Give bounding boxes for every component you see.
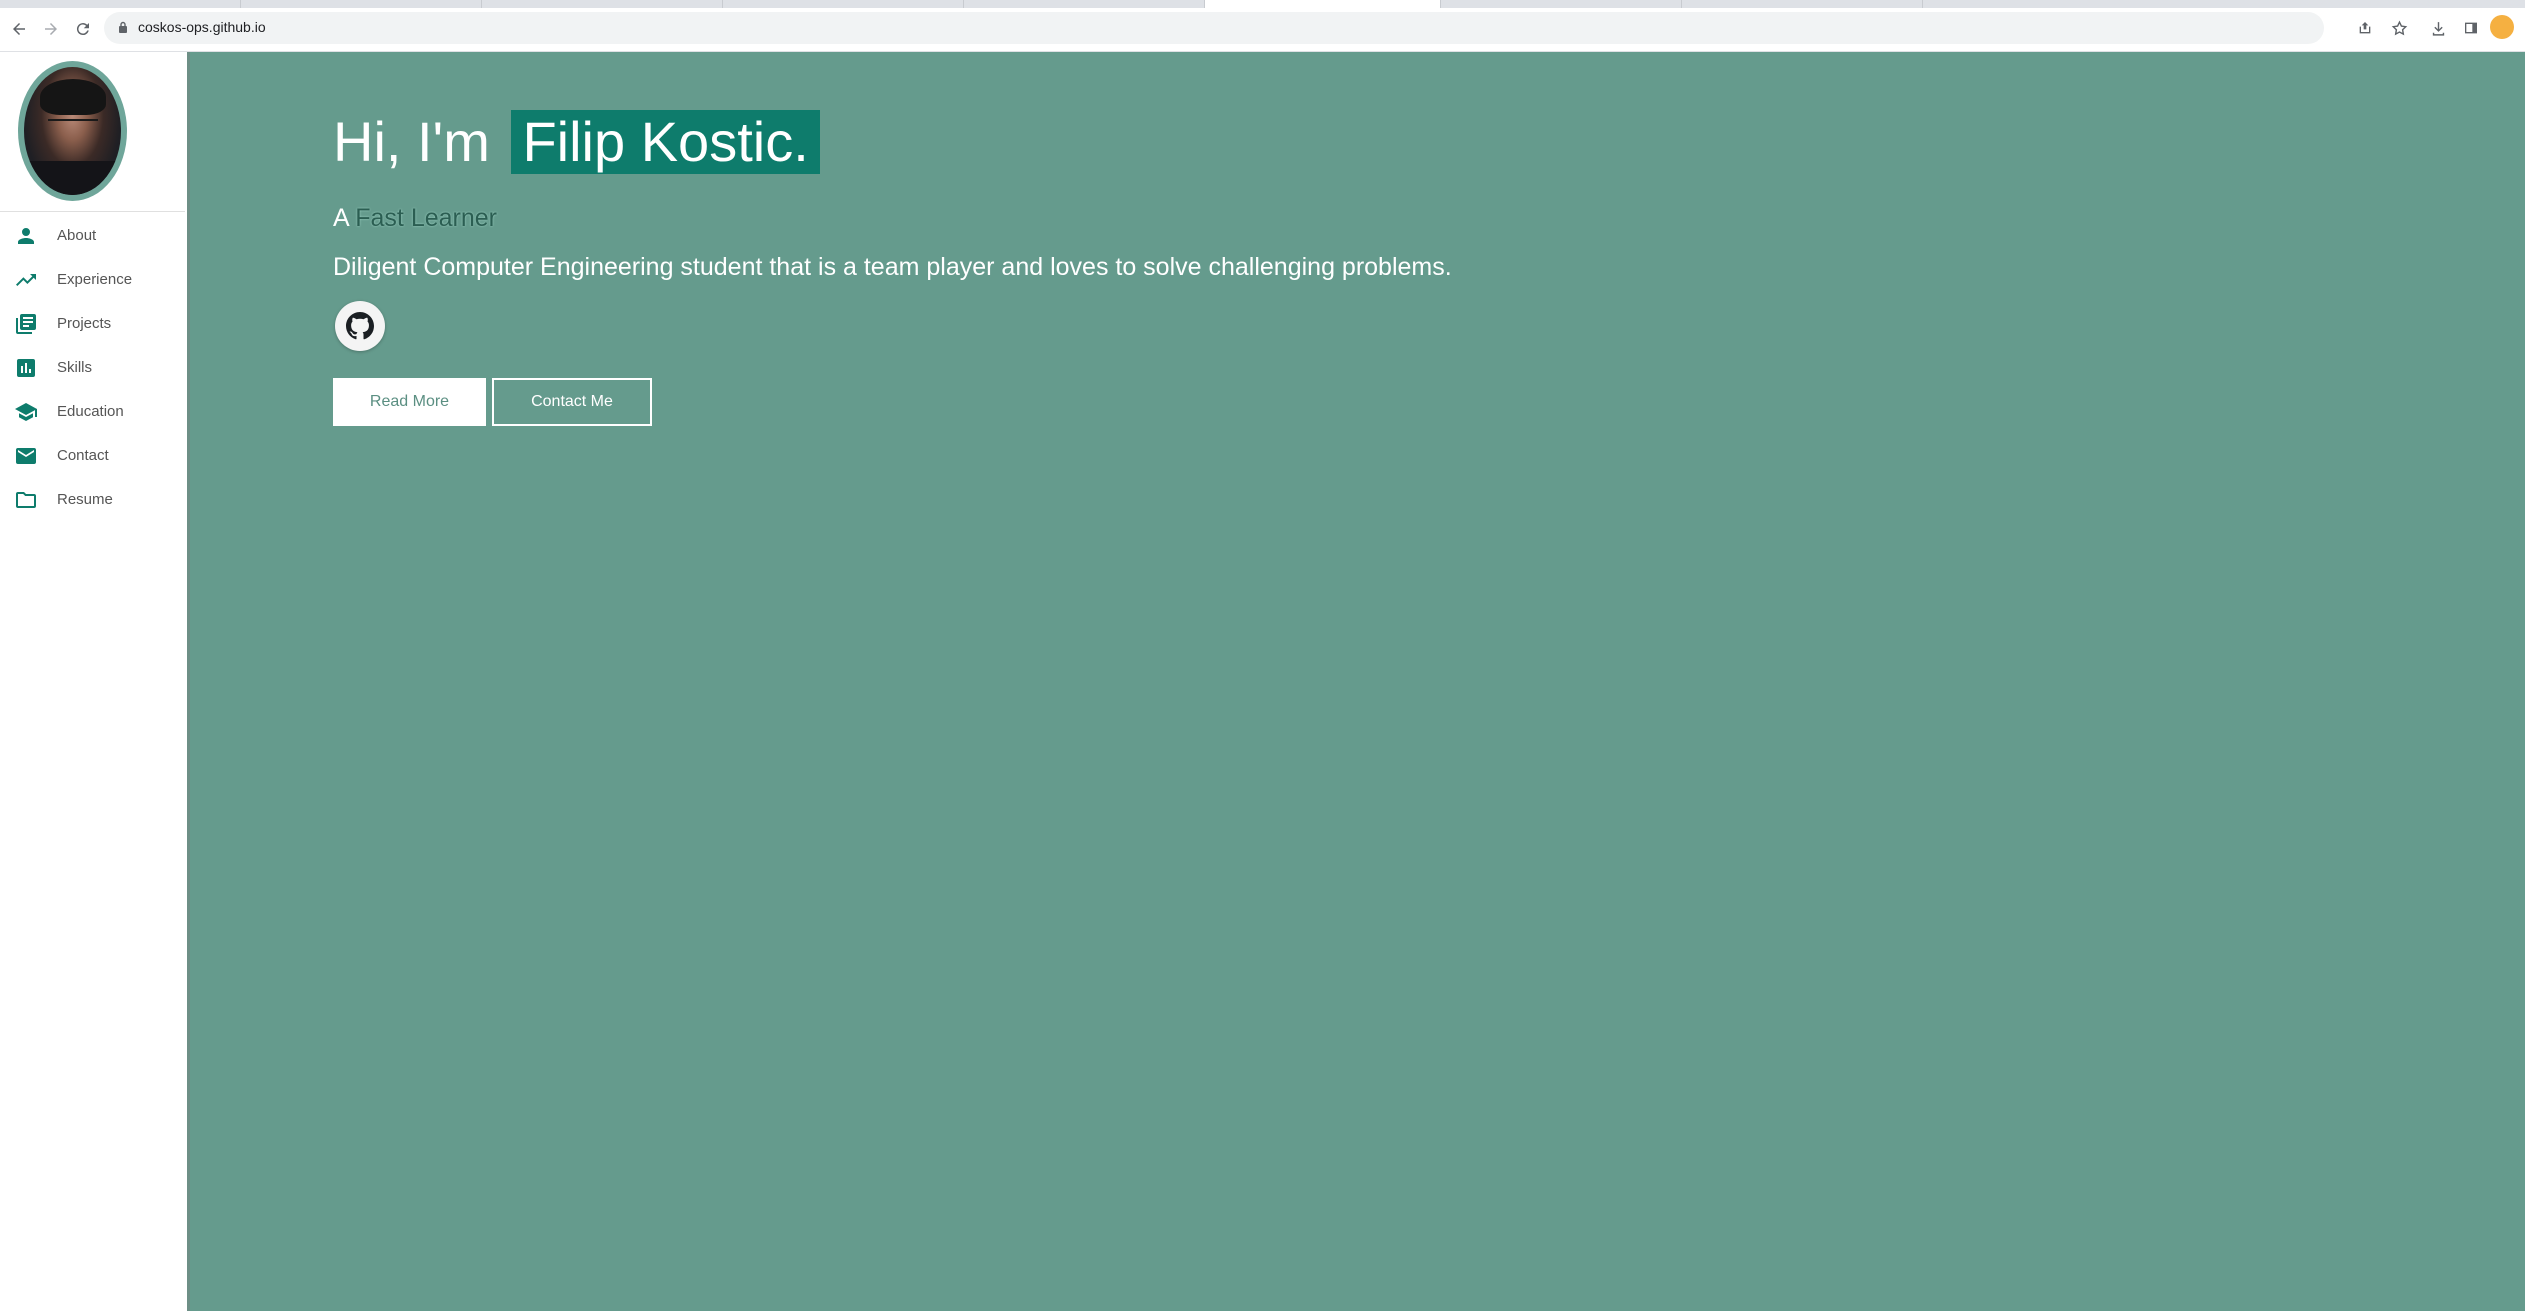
sidebar-item-experience[interactable]: Experience bbox=[0, 260, 185, 300]
back-icon[interactable] bbox=[6, 16, 32, 42]
sidebar: About Experience Projects Skills Educati… bbox=[0, 52, 190, 1311]
sidebar-item-label: Projects bbox=[57, 315, 112, 332]
avatar bbox=[18, 61, 127, 201]
avatar-photo bbox=[24, 67, 121, 195]
tab-strip bbox=[0, 0, 2525, 8]
browser-tab[interactable] bbox=[241, 0, 482, 8]
forward-icon[interactable] bbox=[38, 16, 64, 42]
sidebar-item-label: Education bbox=[57, 403, 124, 420]
sidebar-divider bbox=[0, 211, 185, 212]
browser-tab[interactable] bbox=[0, 0, 241, 8]
article-text: A bbox=[333, 204, 349, 232]
folder-icon bbox=[16, 492, 36, 508]
browser-tab[interactable] bbox=[482, 0, 723, 8]
sidebar-item-label: About bbox=[57, 227, 97, 244]
url-text[interactable]: coskos-ops.github.io bbox=[138, 19, 266, 35]
read-more-button[interactable]: Read More bbox=[333, 378, 486, 426]
sidebar-item-label: Skills bbox=[57, 359, 93, 376]
contact-me-button[interactable]: Contact Me bbox=[492, 378, 652, 426]
github-icon bbox=[346, 312, 374, 340]
hero-headline: Hi, I'm Filip Kostic. bbox=[333, 110, 820, 174]
sidebar-item-label: Experience bbox=[57, 271, 133, 288]
browser-tab[interactable] bbox=[964, 0, 1205, 8]
reload-icon[interactable] bbox=[70, 16, 96, 42]
sidebar-item-projects[interactable]: Projects bbox=[0, 304, 185, 344]
sidebar-item-skills[interactable]: Skills bbox=[0, 348, 185, 388]
sidebar-item-label: Contact bbox=[57, 447, 109, 464]
person-icon bbox=[18, 228, 34, 244]
github-link[interactable] bbox=[335, 301, 385, 351]
browser-tab[interactable] bbox=[723, 0, 964, 8]
address-bar[interactable] bbox=[104, 12, 2324, 44]
library-books-icon bbox=[16, 314, 36, 334]
role-typed-text: Fast Learner bbox=[355, 204, 497, 232]
mail-icon bbox=[16, 448, 36, 464]
hero-section: Hi, I'm Filip Kostic. A Fast Learner Dil… bbox=[190, 52, 2525, 1311]
sidebar-item-education[interactable]: Education bbox=[0, 392, 185, 432]
browser-toolbar: coskos-ops.github.io bbox=[0, 0, 2525, 52]
star-icon[interactable] bbox=[2388, 17, 2410, 39]
greeting-text: Hi, I'm bbox=[333, 110, 490, 173]
bar-chart-icon bbox=[17, 359, 35, 377]
hero-subline: A Fast Learner bbox=[333, 204, 497, 233]
name-highlight: Filip Kostic. bbox=[511, 110, 820, 174]
browser-tab[interactable] bbox=[1682, 0, 1923, 8]
sidebar-item-label: Resume bbox=[57, 491, 113, 508]
trending-up-icon bbox=[16, 274, 36, 286]
sidebar-item-resume[interactable]: Resume bbox=[0, 480, 185, 520]
browser-tab[interactable] bbox=[1441, 0, 1682, 8]
sidebar-item-contact[interactable]: Contact bbox=[0, 436, 185, 476]
download-icon[interactable] bbox=[2427, 17, 2449, 39]
side-panel-icon[interactable] bbox=[2460, 17, 2482, 39]
profile-icon[interactable] bbox=[2490, 15, 2514, 39]
browser-tab-active[interactable] bbox=[1205, 0, 1441, 8]
lock-icon bbox=[119, 21, 127, 33]
hero-description: Diligent Computer Engineering student th… bbox=[333, 253, 1452, 281]
school-icon bbox=[15, 403, 37, 421]
sidebar-item-about[interactable]: About bbox=[0, 216, 185, 256]
share-icon[interactable] bbox=[2354, 17, 2376, 39]
